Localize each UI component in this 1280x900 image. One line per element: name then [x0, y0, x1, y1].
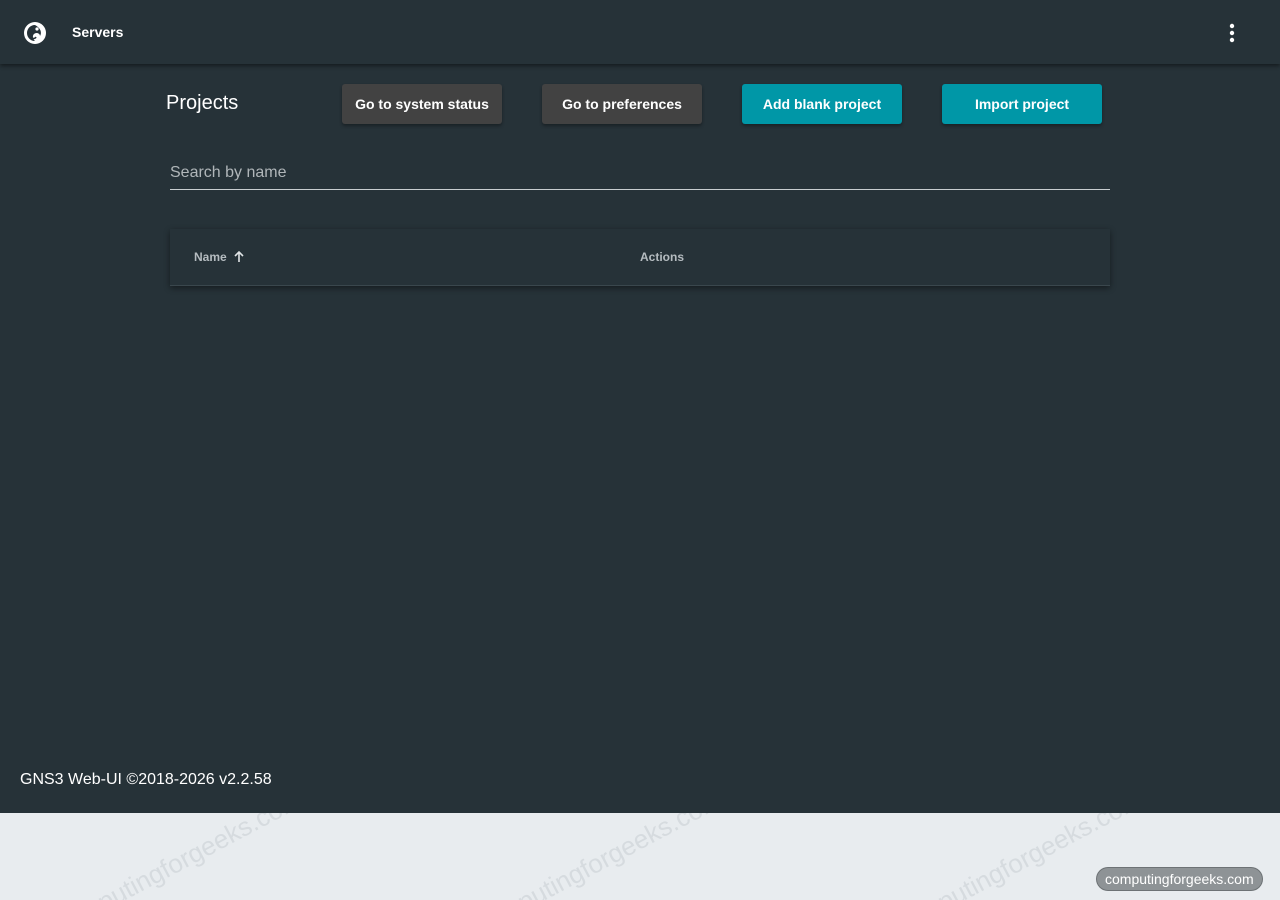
- system-status-button[interactable]: Go to system status: [342, 84, 502, 124]
- column-header-name[interactable]: Name: [194, 250, 245, 264]
- watermark-text: computingforgeeks.com: [48, 813, 307, 900]
- watermark-text: computingforgeeks.com: [468, 813, 727, 900]
- watermark-badge: computingforgeeks.com: [1097, 868, 1262, 890]
- projects-table: Name Actions: [170, 229, 1110, 286]
- app-window: Servers Projects Go to system status Go …: [0, 0, 1280, 813]
- servers-link[interactable]: Servers: [72, 24, 123, 40]
- preferences-button[interactable]: Go to preferences: [542, 84, 702, 124]
- column-header-actions: Actions: [640, 250, 685, 264]
- add-blank-project-button[interactable]: Add blank project: [742, 84, 902, 124]
- arrow-up-icon: [233, 250, 245, 263]
- watermark-area: computingforgeeks.com computingforgeeks.…: [0, 813, 1280, 900]
- import-project-button[interactable]: Import project: [942, 84, 1102, 124]
- gns3-chameleon-icon[interactable]: [22, 20, 48, 46]
- search-input[interactable]: [170, 160, 1110, 186]
- top-toolbar: Servers: [0, 0, 1280, 64]
- column-header-name-label: Name: [194, 250, 227, 264]
- search-field: [170, 160, 1110, 190]
- footer-version: GNS3 Web-UI ©2018-2026 v2.2.58: [20, 771, 272, 788]
- page-title: Projects: [166, 92, 239, 114]
- more-vert-icon[interactable]: [1220, 20, 1244, 46]
